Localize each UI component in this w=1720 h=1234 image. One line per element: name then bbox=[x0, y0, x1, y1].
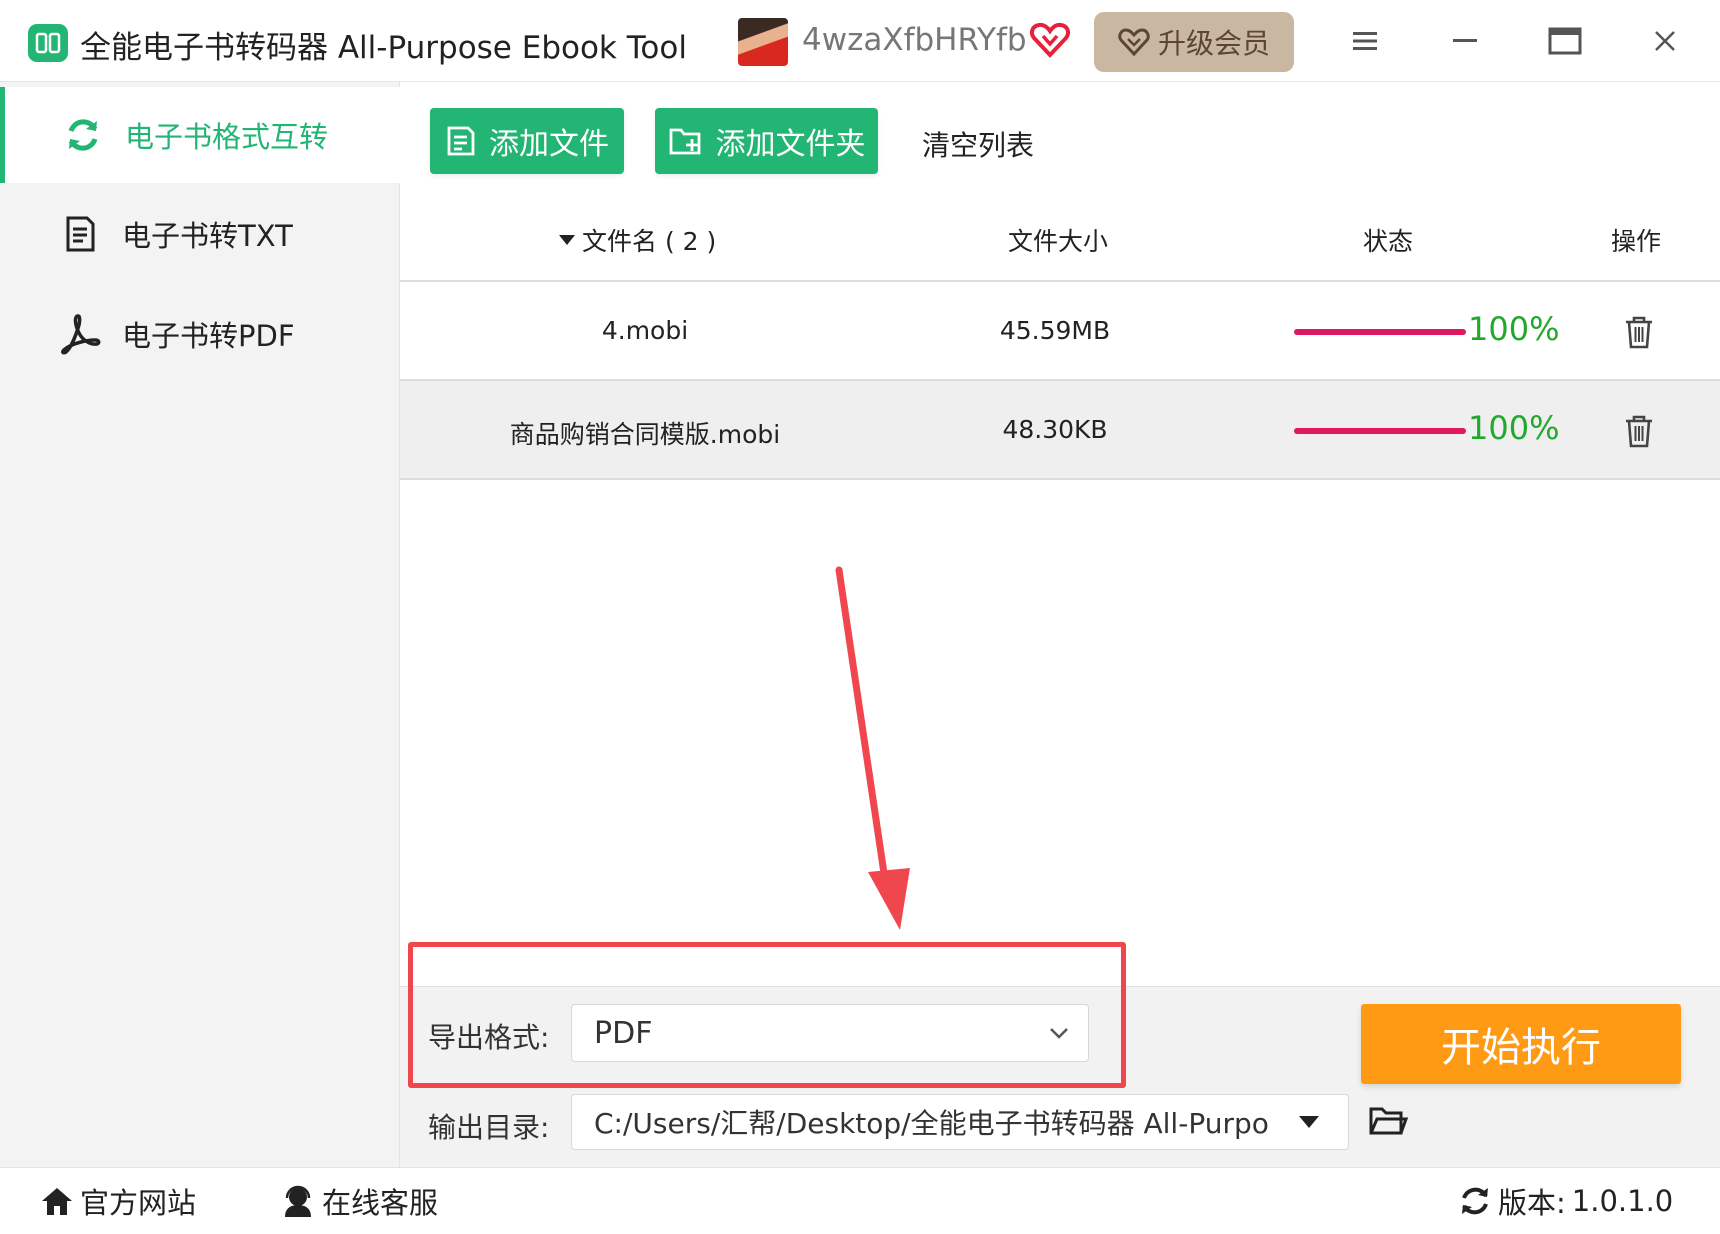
add-folder-button[interactable]: 添加文件夹 bbox=[655, 108, 878, 174]
sidebar-item-to-pdf[interactable]: 电子书转PDF bbox=[0, 286, 400, 382]
column-header-action: 操作 bbox=[1611, 227, 1662, 256]
table-row[interactable]: 商品购销合同模版.mobi 48.30KB 100% bbox=[400, 381, 1720, 480]
export-format-select[interactable]: PDF bbox=[571, 1004, 1089, 1062]
progress-percent: 100% bbox=[1468, 310, 1560, 348]
status-bar: 官方网站 在线客服 版本: 1.0.1.0 bbox=[0, 1167, 1720, 1234]
start-button[interactable]: 开始执行 bbox=[1361, 1004, 1681, 1084]
online-support-link[interactable]: 在线客服 bbox=[280, 1180, 438, 1222]
progress-bar bbox=[1294, 428, 1466, 434]
pdf-icon bbox=[58, 312, 102, 356]
upgrade-label: 升级会员 bbox=[1157, 27, 1270, 60]
sidebar-item-to-txt[interactable]: 电子书转TXT bbox=[0, 186, 400, 282]
app-logo-icon bbox=[28, 24, 68, 62]
refresh-icon bbox=[61, 113, 105, 157]
file-name: 4.mobi bbox=[601, 316, 689, 345]
add-folder-icon bbox=[669, 128, 700, 155]
export-format-value: PDF bbox=[594, 1015, 653, 1051]
file-table-header: 文件名 ( 2 ) 文件大小 状态 操作 bbox=[400, 190, 1720, 282]
delete-icon[interactable] bbox=[1622, 413, 1656, 449]
version-label: 版本: bbox=[1498, 1186, 1566, 1220]
sidebar-item-label: 电子书转TXT bbox=[122, 219, 293, 253]
diamond-icon bbox=[1118, 28, 1150, 57]
hamburger-icon bbox=[1353, 32, 1377, 50]
progress-percent: 100% bbox=[1468, 409, 1560, 447]
output-dir-value: C:/Users/汇帮/Desktop/全能电子书转码器 All-Purpo bbox=[594, 1107, 1269, 1140]
update-icon bbox=[1462, 1187, 1488, 1215]
close-button[interactable] bbox=[1640, 18, 1690, 64]
table-row[interactable]: 4.mobi 45.59MB 100% bbox=[400, 282, 1720, 381]
vip-heart-icon bbox=[1030, 22, 1070, 58]
sidebar: 电子书格式互转 电子书转TXT 电子书转PDF bbox=[0, 82, 400, 1167]
sidebar-item-label: 电子书转PDF bbox=[122, 319, 295, 353]
open-folder-icon[interactable] bbox=[1368, 1104, 1408, 1138]
column-header-status: 状态 bbox=[1363, 227, 1414, 256]
app-title: 全能电子书转码器 All-Purpose Ebook Tool bbox=[80, 30, 687, 66]
output-dir-select[interactable]: C:/Users/汇帮/Desktop/全能电子书转码器 All-Purpo bbox=[571, 1094, 1349, 1150]
document-icon bbox=[58, 212, 102, 256]
support-label: 在线客服 bbox=[322, 1186, 439, 1220]
column-header-size: 文件大小 bbox=[1008, 227, 1109, 256]
minimize-icon bbox=[1453, 39, 1477, 42]
progress-fill bbox=[1294, 428, 1466, 434]
username[interactable]: 4wzaXfbHRYfb bbox=[802, 22, 1027, 58]
menu-button[interactable] bbox=[1340, 18, 1390, 64]
close-icon bbox=[1655, 31, 1675, 51]
chevron-down-icon bbox=[1050, 1028, 1068, 1039]
output-dir-label: 输出目录: bbox=[428, 1111, 550, 1144]
dropdown-triangle-icon bbox=[1299, 1116, 1319, 1128]
official-website-link[interactable]: 官方网站 bbox=[40, 1180, 196, 1222]
sidebar-item-format-convert[interactable]: 电子书格式互转 bbox=[0, 87, 400, 183]
delete-icon[interactable] bbox=[1622, 314, 1656, 350]
file-size: 45.59MB bbox=[999, 316, 1111, 345]
add-file-button[interactable]: 添加文件 bbox=[430, 108, 624, 174]
maximize-icon bbox=[1548, 27, 1582, 55]
sidebar-item-label: 电子书格式互转 bbox=[125, 120, 329, 154]
title-bar: 全能电子书转码器 All-Purpose Ebook Tool 4wzaXfbH… bbox=[0, 0, 1720, 82]
sort-down-icon bbox=[559, 235, 575, 245]
version-value: 1.0.1.0 bbox=[1571, 1184, 1674, 1218]
column-header-name[interactable]: 文件名 ( 2 ) bbox=[558, 222, 716, 258]
progress-bar bbox=[1294, 329, 1466, 335]
progress-fill bbox=[1294, 329, 1466, 335]
website-label: 官方网站 bbox=[80, 1186, 197, 1220]
version-info[interactable]: 版本: 1.0.1.0 bbox=[1458, 1180, 1673, 1222]
maximize-button[interactable] bbox=[1540, 18, 1590, 64]
add-file-icon bbox=[447, 126, 475, 156]
user-avatar[interactable] bbox=[738, 18, 788, 66]
minimize-button[interactable] bbox=[1440, 18, 1490, 64]
file-size: 48.30KB bbox=[1002, 415, 1108, 444]
upgrade-vip-button[interactable]: 升级会员 bbox=[1094, 12, 1294, 72]
export-format-label: 导出格式: bbox=[428, 1021, 550, 1054]
add-folder-label: 添加文件夹 bbox=[715, 127, 866, 162]
file-name: 商品购销合同模版.mobi bbox=[509, 420, 781, 449]
add-file-label: 添加文件 bbox=[489, 127, 609, 162]
clear-list-button[interactable]: 清空列表 bbox=[922, 124, 1034, 164]
headset-icon bbox=[285, 1185, 311, 1217]
home-icon bbox=[42, 1188, 72, 1215]
